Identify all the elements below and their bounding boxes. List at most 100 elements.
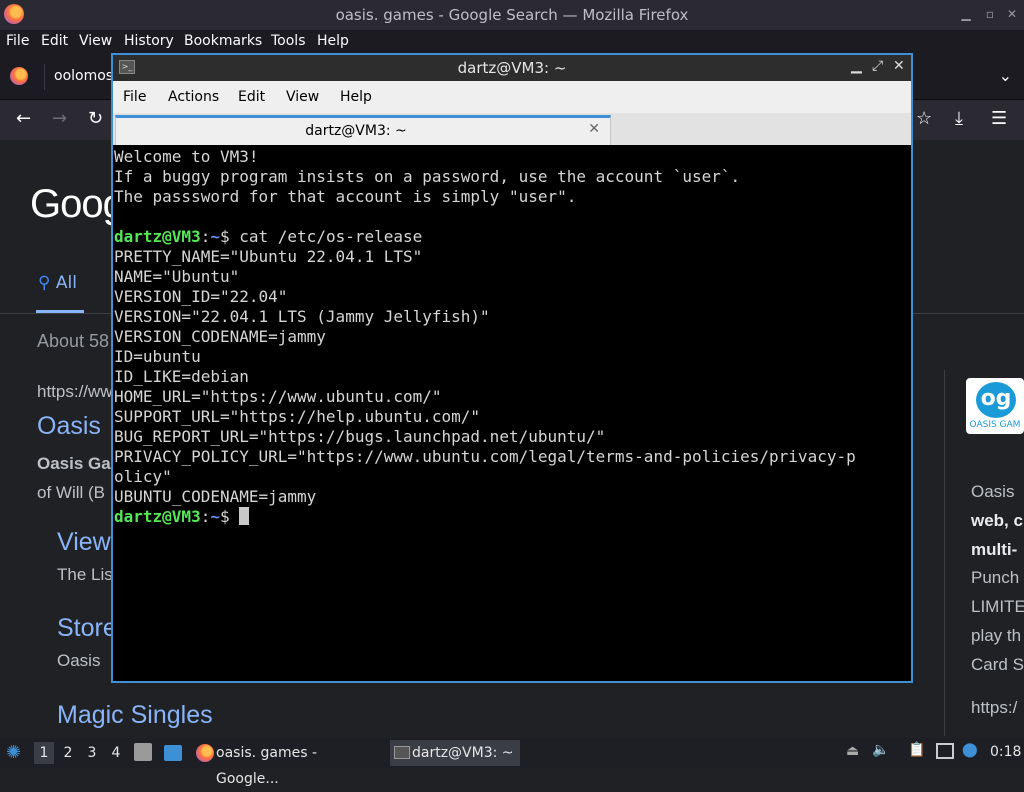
prompt-dir: ~ [210, 507, 220, 526]
reload-icon[interactable]: ↻ [88, 108, 103, 130]
sitelink-store[interactable]: Store [57, 614, 117, 643]
taskbar-terminal-label: dartz@VM3: ~ [412, 745, 514, 761]
maximize-icon[interactable]: ⤢ [872, 58, 883, 74]
google-logo[interactable]: Goog [30, 182, 125, 227]
terminal-icon [394, 746, 410, 759]
output-line: SUPPORT_URL="https://help.ubuntu.com/" [114, 407, 481, 426]
output-line: VERSION="22.04.1 LTS (Jammy Jellyfish)" [114, 307, 490, 326]
file-manager-icon[interactable] [134, 743, 152, 761]
taskbar-terminal[interactable]: dartz@VM3: ~ [390, 740, 520, 766]
workspace-4[interactable]: 4 [106, 742, 126, 764]
app-menu-icon[interactable]: ☰ [991, 108, 1007, 130]
output-line: UBUNTU_CODENAME=jammy [114, 487, 317, 506]
result-snippet: Oasis Ga [37, 454, 111, 473]
updates-icon[interactable]: ⬤ [962, 742, 978, 758]
taskbar: ✺ 1 2 3 4 oasis. games - Google... dartz… [0, 738, 1024, 787]
network-icon[interactable] [936, 743, 954, 759]
close-icon[interactable]: ✕ [1004, 6, 1020, 22]
workspace-1[interactable]: 1 [34, 742, 54, 764]
terminal-titlebar[interactable]: >_ dartz@VM3: ~ ▁ ⤢ ✕ [113, 55, 911, 81]
sitelink-magic-singles[interactable]: Magic Singles [57, 701, 213, 730]
terminal-output[interactable]: Welcome to VM3! If a buggy program insist… [113, 145, 911, 681]
downloads-icon[interactable]: ⤓ [955, 108, 963, 130]
output-line: VERSION_CODENAME=jammy [114, 327, 326, 346]
prompt-dir: ~ [210, 227, 220, 246]
result-url[interactable]: https://ww [37, 382, 113, 402]
prompt-end: $ [219, 227, 240, 246]
knowledge-panel-divider [944, 370, 945, 736]
workspace-3[interactable]: 3 [82, 742, 102, 764]
output-line: PRETTY_NAME="Ubuntu 22.04.1 LTS" [114, 247, 423, 266]
active-prompt-line: dartz@VM3:~$ [114, 507, 910, 527]
minimize-icon[interactable]: ▁ [851, 58, 862, 74]
menu-edit[interactable]: Edit [41, 33, 68, 49]
forward-icon[interactable]: → [52, 108, 67, 130]
bookmark-star-icon[interactable]: ☆ [916, 108, 932, 130]
firefox-view-icon[interactable] [10, 67, 28, 85]
taskbar-firefox-label: oasis. games - Google... [216, 745, 318, 787]
text-cursor [239, 507, 250, 525]
close-icon[interactable]: ✕ [893, 58, 905, 74]
output-line: VERSION_ID="22.04" [114, 287, 288, 306]
minimize-icon[interactable]: ▁ [958, 6, 974, 22]
kp-line: Oasis [971, 482, 1015, 501]
terminal-line: If a buggy program insists on a password… [114, 167, 741, 186]
kp-line: web, c [971, 511, 1023, 530]
menu-bookmarks[interactable]: Bookmarks [184, 33, 262, 49]
menu-history[interactable]: History [124, 33, 174, 49]
terminal-menu-view[interactable]: View [286, 89, 319, 105]
firefox-titlebar: oasis. games - Google Search — Mozilla F… [0, 0, 1024, 30]
terminal-tab-label: dartz@VM3: ~ [305, 123, 407, 139]
back-icon[interactable]: ← [16, 108, 31, 130]
workspace-2[interactable]: 2 [58, 742, 78, 764]
terminal-line: Welcome to VM3! [114, 147, 259, 166]
start-menu-icon[interactable]: ✺ [6, 742, 21, 763]
menu-help[interactable]: Help [317, 33, 349, 49]
browser-tab[interactable]: oolomos [54, 68, 113, 84]
sitelink-view[interactable]: View [57, 528, 111, 557]
taskbar-firefox[interactable]: oasis. games - Google... [194, 740, 384, 787]
kp-line: Card S [971, 655, 1024, 674]
prompt-separator: : [200, 227, 211, 246]
firefox-window-title: oasis. games - Google Search — Mozilla F… [335, 6, 689, 24]
eject-icon[interactable]: ⏏ [846, 743, 859, 759]
close-tab-icon[interactable]: ✕ [588, 121, 600, 137]
results-count: About 58 [37, 331, 110, 351]
menu-file[interactable]: File [6, 33, 29, 49]
terminal-menu-help[interactable]: Help [340, 89, 372, 105]
terminal-menu-file[interactable]: File [123, 89, 146, 105]
firefox-icon [196, 744, 214, 762]
command-text: cat /etc/os-release [239, 227, 423, 246]
output-line: NAME="Ubuntu" [114, 267, 240, 286]
command-line: dartz@VM3:~$ cat /etc/os-release [114, 227, 910, 247]
kp-line: LIMITE [971, 597, 1024, 616]
tab-all[interactable]: ⚲ All [38, 273, 77, 293]
list-all-tabs-icon[interactable]: ⌄ [999, 66, 1012, 85]
terminal-tab[interactable]: dartz@VM3: ~ ✕ [115, 115, 611, 145]
clock[interactable]: 0:18 [990, 744, 1021, 760]
terminal-menubar: File Actions Edit View Help [113, 81, 911, 113]
menu-view[interactable]: View [79, 33, 112, 49]
output-line: BUG_REPORT_URL="https://bugs.launchpad.n… [114, 427, 606, 446]
maximize-icon[interactable]: ▫ [982, 6, 998, 22]
show-desktop-icon[interactable] [164, 745, 182, 761]
tab-all-label: All [55, 273, 77, 293]
kp-line: Punch [971, 568, 1020, 587]
sitelink-view-snippet: The Lis [57, 565, 113, 584]
kp-link[interactable]: https:/ [971, 698, 1017, 718]
terminal-menu-actions[interactable]: Actions [168, 89, 219, 105]
output-line: HOME_URL="https://www.ubuntu.com/" [114, 387, 442, 406]
terminal-menu-edit[interactable]: Edit [238, 89, 265, 105]
oasis-games-logo[interactable]: og OASIS GAM [966, 378, 1024, 434]
kp-line: multi- [971, 540, 1018, 559]
prompt-user: dartz@VM3 [114, 227, 201, 246]
prompt-user: dartz@VM3 [114, 507, 201, 526]
prompt-end: $ [219, 507, 240, 526]
terminal-window[interactable]: >_ dartz@VM3: ~ ▁ ⤢ ✕ File Actions Edit … [111, 53, 913, 683]
result-title-link[interactable]: Oasis [37, 412, 101, 441]
result-snippet-2: of Will (B [37, 483, 105, 502]
volume-icon[interactable]: 🔈 [872, 742, 889, 758]
clipboard-icon[interactable]: 📋 [908, 742, 925, 758]
menu-tools[interactable]: Tools [271, 33, 306, 49]
